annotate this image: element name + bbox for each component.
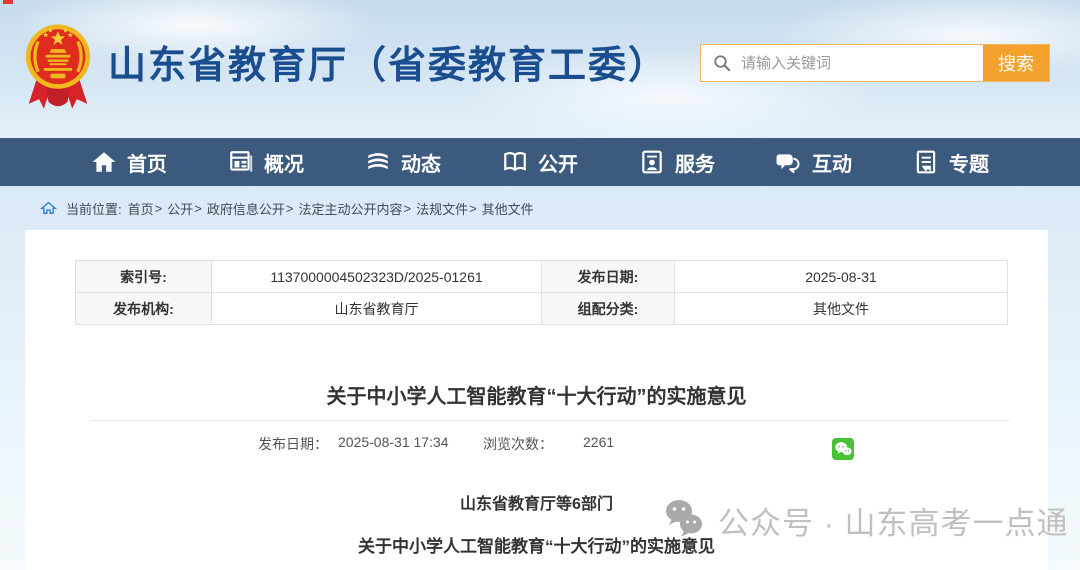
disclosure-icon (502, 149, 528, 175)
home-icon (91, 149, 117, 175)
breadcrumb-separator: > (286, 201, 294, 216)
breadcrumb-item-proactive[interactable]: 法定主动公开内容 (298, 199, 402, 218)
services-icon (639, 149, 665, 175)
breadcrumb-separator: > (403, 201, 411, 216)
wechat-share-icon[interactable] (832, 438, 854, 460)
article-meta-row: 发布日期： 2025-08-31 17:34 浏览次数： 2261 (25, 430, 1048, 456)
nav-item-home[interactable]: 首页 (91, 148, 167, 177)
category-value: 其他文件 (675, 293, 1008, 325)
nav-item-label: 服务 (675, 148, 715, 177)
nav-item-disclosure[interactable]: 公开 (502, 148, 578, 177)
issuing-agency-value: 山东省教育厅 (212, 293, 542, 325)
nav-item-services[interactable]: 服务 (639, 148, 715, 177)
title-divider (90, 420, 1010, 421)
breadcrumb-item-disclosure[interactable]: 公开 (167, 199, 193, 218)
table-row: 索引号: 1137000004502323D/2025-01261 发布日期: … (76, 261, 1008, 293)
page: 山东省教育厅（省委教育工委） 搜索 首页 (0, 0, 1080, 570)
top-left-red-strip (3, 0, 13, 4)
article-body-line: 山东省教育厅等6部门 (25, 490, 1048, 514)
nav-item-label: 首页 (127, 148, 167, 177)
publish-datetime: 2025-08-31 17:34 (338, 434, 449, 450)
news-icon (365, 149, 391, 175)
nav-item-news[interactable]: 动态 (365, 148, 441, 177)
content-panel: 索引号: 1137000004502323D/2025-01261 发布日期: … (25, 230, 1048, 570)
national-emblem-icon (24, 20, 92, 116)
breadcrumb: 当前位置: 首页 > 公开 > 政府信息公开 > 法定主动公开内容 > 法规文件… (0, 186, 1080, 230)
breadcrumb-item-regulations[interactable]: 法规文件 (416, 199, 468, 218)
article-title: 关于中小学人工智能教育“十大行动”的实施意见 (25, 380, 1048, 409)
breadcrumb-prefix: 当前位置: (66, 199, 122, 218)
publish-date-caption: 发布日期： (258, 434, 328, 454)
breadcrumb-separator: > (469, 201, 477, 216)
search-bar: 搜索 (700, 44, 1050, 82)
breadcrumb-separator: > (194, 201, 202, 216)
publish-date-label: 发布日期: (542, 261, 675, 293)
interaction-icon (776, 149, 802, 175)
overview-icon (228, 149, 254, 175)
nav-item-label: 公开 (538, 148, 578, 177)
breadcrumb-item-other-docs[interactable]: 其他文件 (482, 199, 534, 218)
category-label: 组配分类: (542, 293, 675, 325)
breadcrumb-item-gov-info[interactable]: 政府信息公开 (207, 199, 285, 218)
index-number-label: 索引号: (76, 261, 212, 293)
breadcrumb-separator: > (155, 201, 163, 216)
nav-item-label: 动态 (401, 148, 441, 177)
doc-meta-table: 索引号: 1137000004502323D/2025-01261 发布日期: … (75, 260, 1008, 325)
nav-item-topics[interactable]: 专题 (913, 148, 989, 177)
breadcrumb-home-icon (40, 200, 57, 216)
issuing-agency-label: 发布机构: (76, 293, 212, 325)
site-title: 山东省教育厅（省委教育工委） (108, 34, 668, 89)
search-button[interactable]: 搜索 (983, 45, 1049, 81)
topics-icon (913, 149, 939, 175)
views-caption: 浏览次数： (483, 434, 553, 454)
search-input-wrap (701, 45, 983, 81)
nav-item-interaction[interactable]: 互动 (776, 148, 852, 177)
site-header: 山东省教育厅（省委教育工委） 搜索 (0, 0, 1080, 138)
publish-date-value: 2025-08-31 (675, 261, 1008, 293)
nav-item-overview[interactable]: 概况 (228, 148, 304, 177)
breadcrumb-item-home[interactable]: 首页 (128, 199, 154, 218)
nav-item-label: 概况 (264, 148, 304, 177)
site-brand[interactable]: 山东省教育厅（省委教育工委） (24, 20, 668, 116)
search-input[interactable] (741, 45, 983, 81)
index-number-value: 1137000004502323D/2025-01261 (212, 261, 542, 293)
article-body-line: 关于中小学人工智能教育“十大行动”的实施意见 (25, 532, 1048, 557)
nav-item-label: 专题 (949, 148, 989, 177)
table-row: 发布机构: 山东省教育厅 组配分类: 其他文件 (76, 293, 1008, 325)
main-nav: 首页 概况 (0, 138, 1080, 186)
views-count: 2261 (583, 434, 614, 450)
search-icon (713, 54, 731, 72)
nav-item-label: 互动 (812, 148, 852, 177)
